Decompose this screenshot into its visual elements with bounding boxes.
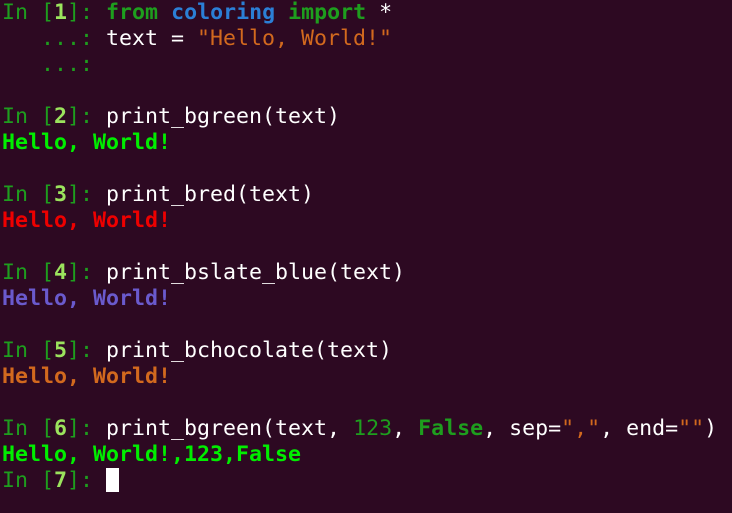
input-code-sep-kw: , sep=	[483, 416, 562, 441]
prompt-number: 4	[54, 260, 68, 285]
input-code-close: )	[704, 416, 718, 441]
continuation-line-2: ...:	[2, 52, 732, 78]
string-literal: "Hello, World!"	[197, 26, 393, 51]
input-line-3: In [3]: print_bred(text)	[2, 182, 732, 208]
output-chocolate: Hello, World!	[2, 364, 172, 389]
input-code-call: print_bgreen(text,	[106, 416, 354, 441]
input-line-5: In [5]: print_bchocolate(text)	[2, 338, 732, 364]
prompt-close: ]:	[67, 182, 107, 207]
prompt-number: 6	[54, 416, 68, 441]
module-name: coloring	[171, 0, 276, 25]
output-green-joined: Hello, World!,123,False	[2, 442, 302, 467]
keyword-from: from	[106, 0, 159, 25]
prompt-in-label: In [	[2, 104, 55, 129]
text-cursor[interactable]	[106, 468, 120, 492]
input-line-2: In [2]: print_bgreen(text)	[2, 104, 732, 130]
input-line-4: In [4]: print_bslate_blue(text)	[2, 260, 732, 286]
prompt-in-label: In [	[2, 182, 55, 207]
prompt-number: 7	[54, 468, 68, 493]
prompt-close: ]:	[67, 0, 107, 25]
input-code: print_bchocolate(text)	[106, 338, 393, 363]
prompt-in-label: In [	[2, 0, 55, 25]
keyword-import: import	[288, 0, 367, 25]
prompt-number: 3	[54, 182, 68, 207]
prompt-number: 5	[54, 338, 68, 363]
prompt-in-label: In [	[2, 416, 55, 441]
prompt-number: 2	[54, 104, 68, 129]
prompt-close: ]:	[67, 416, 107, 441]
input-code-sep: ,	[392, 416, 419, 441]
sep-string-literal: ","	[561, 416, 601, 441]
input-code: print_bslate_blue(text)	[106, 260, 406, 285]
input-code: print_bred(text)	[106, 182, 315, 207]
input-line-7[interactable]: In [7]:	[2, 468, 732, 494]
input-code: print_bgreen(text)	[106, 104, 341, 129]
output-red: Hello, World!	[2, 208, 172, 233]
number-literal: 123	[353, 416, 393, 441]
prompt-close: ]:	[67, 260, 107, 285]
prompt-in-label: In [	[2, 468, 55, 493]
input-code-end-kw: , end=	[600, 416, 679, 441]
output-green: Hello, World!	[2, 130, 172, 155]
input-line-1: In [1]: from coloring import *	[2, 0, 732, 26]
continuation-prompt: ...:	[2, 26, 107, 51]
input-line-6: In [6]: print_bgreen(text, 123, False, s…	[2, 416, 732, 442]
assignment-code: text =	[106, 26, 198, 51]
prompt-close: ]:	[67, 338, 107, 363]
continuation-prompt: ...:	[2, 52, 94, 77]
import-star: *	[366, 0, 393, 25]
prompt-in-label: In [	[2, 260, 55, 285]
ipython-terminal[interactable]: In [1]: from coloring import * ...: text…	[0, 0, 732, 513]
bool-literal: False	[418, 416, 484, 441]
prompt-close: ]:	[67, 104, 107, 129]
prompt-number: 1	[54, 0, 68, 25]
end-string-literal: ""	[678, 416, 705, 441]
output-slate-blue: Hello, World!	[2, 286, 172, 311]
prompt-close: ]:	[67, 468, 107, 493]
prompt-in-label: In [	[2, 338, 55, 363]
continuation-line-1: ...: text = "Hello, World!"	[2, 26, 732, 52]
